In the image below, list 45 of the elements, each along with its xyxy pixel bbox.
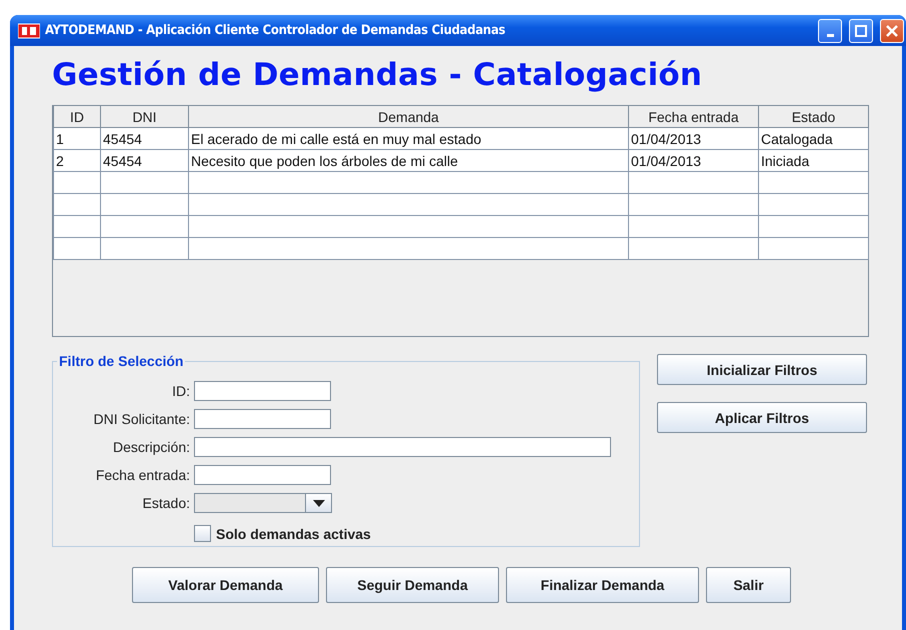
caret-icon: [312, 500, 324, 506]
app-icon: [18, 22, 40, 38]
field-label: Descripción:: [112, 439, 191, 455]
column-header[interactable]: Estado: [758, 106, 868, 128]
table-cell: Iniciada: [758, 150, 868, 172]
column-header[interactable]: DNI: [100, 106, 188, 128]
checkbox-label[interactable]: Solo demandas activas: [216, 526, 371, 542]
filter-button[interactable]: Inicializar Filtros: [657, 354, 867, 385]
window-title: AYTODEMAND - Aplicación Cliente Controlador de Demandas Ciudadanas: [45, 23, 506, 38]
close-icon: [886, 24, 898, 36]
table-cell: El acerado de mi calle está en muy mal estado: [188, 128, 628, 150]
field-label: Estado:: [142, 495, 191, 511]
table-cell: Catalogada: [758, 128, 868, 150]
close-button[interactable]: [880, 18, 904, 42]
maximize-icon: [855, 24, 867, 36]
table-cell: 45454: [100, 150, 188, 172]
action-button[interactable]: Salir: [706, 567, 791, 603]
column-header[interactable]: ID: [54, 106, 100, 128]
minimize-button[interactable]: [818, 18, 842, 42]
field-label: Fecha entrada:: [94, 467, 191, 483]
column-header[interactable]: Fecha entrada: [628, 106, 758, 128]
table-cell: 1: [54, 128, 100, 150]
column-header[interactable]: Demanda: [188, 106, 628, 128]
field-label: DNI Solicitante:: [92, 411, 191, 427]
minimize-icon: [826, 34, 834, 36]
filter-legend: Filtro de Selección: [57, 353, 186, 369]
field-label: ID:: [171, 383, 191, 399]
checkbox[interactable]: [194, 525, 211, 542]
action-button[interactable]: Finalizar Demanda: [506, 567, 699, 603]
action-button[interactable]: Seguir Demanda: [326, 567, 499, 603]
table-cell: 01/04/2013: [628, 128, 758, 150]
table-cell: 01/04/2013: [628, 150, 758, 172]
input-field[interactable]: [194, 465, 331, 485]
table-cell: 2: [54, 150, 100, 172]
page-heading: Gestión de Demandas - Catalogación: [52, 56, 704, 95]
table-cell: 45454: [100, 128, 188, 150]
input-field[interactable]: [194, 437, 611, 457]
action-button[interactable]: Valorar Demanda: [132, 567, 319, 603]
input-field[interactable]: [194, 381, 331, 401]
maximize-button[interactable]: [849, 18, 873, 42]
table-cell: Necesito que poden los árboles de mi calle: [188, 150, 628, 172]
dropdown-button[interactable]: [305, 494, 331, 512]
input-field[interactable]: [194, 409, 331, 429]
dropdown-field[interactable]: [194, 493, 332, 513]
filter-button[interactable]: Aplicar Filtros: [657, 402, 867, 433]
